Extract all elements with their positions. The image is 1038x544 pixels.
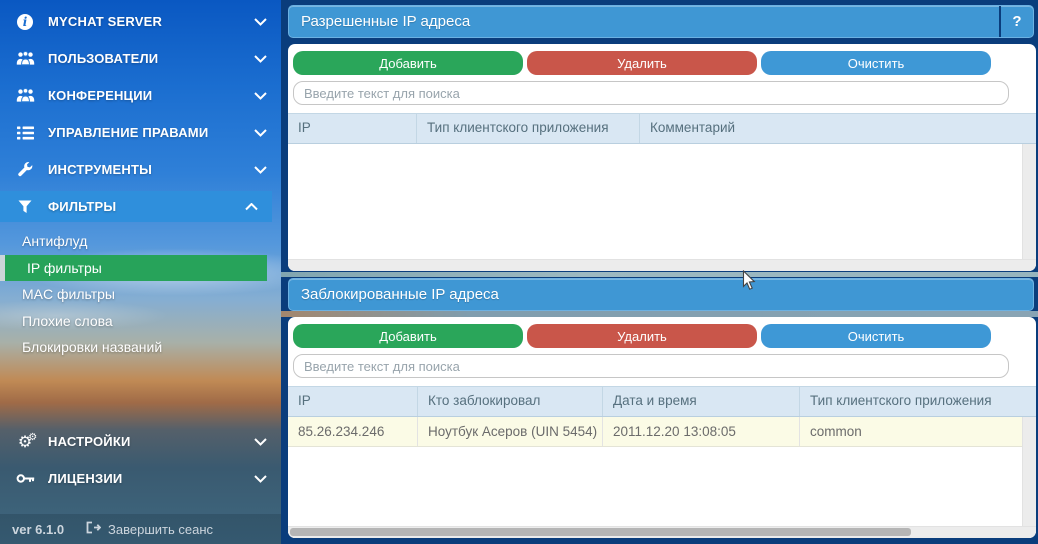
sidebar-item-label: ЛИЦЕНЗИИ <box>48 471 123 486</box>
sidebar-item-conferences[interactable]: КОНФЕРЕНЦИИ <box>0 77 281 114</box>
column-header-client-type[interactable]: Тип клиентского приложения <box>417 114 640 143</box>
delete-button[interactable]: Удалить <box>527 51 757 75</box>
sidebar-menu: i MYCHAT SERVER ПОЛЬЗОВАТЕЛИ КОНФЕРЕНЦИИ… <box>0 3 281 225</box>
sidebar-item-users[interactable]: ПОЛЬЗОВАТЕЛИ <box>0 40 281 77</box>
blocked-panel-header: Заблокированные IP адреса <box>288 278 1034 311</box>
vertical-scrollbar[interactable] <box>1022 144 1036 260</box>
delete-button[interactable]: Удалить <box>527 324 757 348</box>
blocked-table-body: 85.26.234.246 Ноутбук Асеров (UIN 5454) … <box>288 417 1036 538</box>
sidebar-item-filters[interactable]: ФИЛЬТРЫ <box>0 191 272 222</box>
submenu-item-antiflood[interactable]: Антифлуд <box>0 228 281 255</box>
sidebar-item-licenses[interactable]: ЛИЦЕНЗИИ <box>0 460 281 497</box>
column-header-client-type[interactable]: Тип клиентского приложения <box>800 387 1036 416</box>
panel-gap-strip <box>281 272 1038 277</box>
help-button[interactable]: ? <box>999 6 1033 37</box>
vertical-scrollbar[interactable] <box>1022 417 1036 527</box>
chevron-down-icon <box>254 87 267 105</box>
chevron-down-icon <box>254 124 267 142</box>
column-header-blocked-by[interactable]: Кто заблокировал <box>418 387 603 416</box>
chevron-down-icon <box>254 13 267 31</box>
submenu-item-mac-filters[interactable]: MAC фильтры <box>0 281 281 308</box>
sidebar-item-label: ФИЛЬТРЫ <box>48 199 117 214</box>
filter-icon <box>14 200 36 214</box>
users-icon <box>14 88 36 103</box>
cell-client-type: common <box>810 424 862 439</box>
sidebar-item-label: MYCHAT SERVER <box>48 14 163 29</box>
submenu-item-bad-words[interactable]: Плохие слова <box>0 308 281 335</box>
clear-button[interactable]: Очистить <box>761 51 991 75</box>
sidebar-menu-bottom: ⚙ ⚙ НАСТРОЙКИ ЛИЦЕНЗИИ <box>0 423 281 497</box>
key-icon <box>14 472 36 485</box>
clear-button[interactable]: Очистить <box>761 324 991 348</box>
logout-label: Завершить сеанс <box>108 521 214 537</box>
gears-icon: ⚙ ⚙ <box>17 431 38 451</box>
info-icon: i <box>14 13 36 30</box>
wrench-icon <box>14 161 36 178</box>
blocked-panel: Добавить Удалить Очистить IP Кто заблоки… <box>288 317 1036 538</box>
allowed-table-header[interactable]: IP Тип клиентского приложения Комментари… <box>288 113 1036 144</box>
submenu-item-name-blocks[interactable]: Блокировки названий <box>0 334 281 361</box>
sidebar-item-rights-management[interactable]: УПРАВЛЕНИЕ ПРАВАМИ <box>0 114 281 151</box>
add-button[interactable]: Добавить <box>293 51 523 75</box>
version-label: ver 6.1.0 <box>12 521 65 537</box>
sidebar: i MYCHAT SERVER ПОЛЬЗОВАТЕЛИ КОНФЕРЕНЦИИ… <box>0 0 281 544</box>
chevron-down-icon <box>254 470 267 488</box>
sidebar-item-label: ИНСТРУМЕНТЫ <box>48 162 153 177</box>
chevron-down-icon <box>254 433 267 451</box>
column-header-datetime[interactable]: Дата и время <box>603 387 800 416</box>
blocked-panel-title: Заблокированные IP адреса <box>301 286 499 303</box>
chevron-down-icon <box>254 50 267 68</box>
sidebar-item-label: КОНФЕРЕНЦИИ <box>48 88 153 103</box>
add-button[interactable]: Добавить <box>293 324 523 348</box>
cell-ip: 85.26.234.246 <box>288 417 418 446</box>
chevron-down-icon <box>254 161 267 179</box>
submenu-item-ip-filters[interactable]: IP фильтры <box>0 254 267 281</box>
cell-datetime: 2011.12.20 13:08:05 <box>603 417 800 446</box>
chevron-up-icon <box>245 198 258 216</box>
sidebar-item-mychat-server[interactable]: i MYCHAT SERVER <box>0 3 281 40</box>
filters-submenu: Антифлуд IP фильтры MAC фильтры Плохие с… <box>0 228 281 361</box>
sidebar-footer: ver 6.1.0 Завершить сеанс <box>0 514 281 544</box>
allowed-panel: Добавить Удалить Очистить IP Тип клиентс… <box>288 44 1036 271</box>
sidebar-item-tools[interactable]: ИНСТРУМЕНТЫ <box>0 151 281 188</box>
allowed-panel-header: Разрешенные IP адреса ? <box>288 5 1034 38</box>
allowed-panel-title: Разрешенные IP адреса <box>301 13 471 30</box>
users-icon <box>14 51 36 66</box>
column-header-ip[interactable]: IP <box>288 387 418 416</box>
sidebar-item-label: УПРАВЛЕНИЕ ПРАВАМИ <box>48 125 209 140</box>
main-content: Разрешенные IP адреса ? Добавить Удалить… <box>281 0 1038 544</box>
allowed-table-body <box>288 144 1036 271</box>
allowed-panel-controls: Добавить Удалить Очистить <box>288 44 1036 113</box>
blocked-table-header[interactable]: IP Кто заблокировал Дата и время Тип кли… <box>288 386 1036 417</box>
cell-blocked-by: Ноутбук Асеров (UIN 5454) <box>418 417 603 446</box>
sidebar-item-settings[interactable]: ⚙ ⚙ НАСТРОЙКИ <box>0 423 281 460</box>
horizontal-scrollbar[interactable] <box>288 526 1036 538</box>
search-input[interactable] <box>293 354 1009 378</box>
sidebar-item-label: ПОЛЬЗОВАТЕЛИ <box>48 51 159 66</box>
blocked-panel-controls: Добавить Удалить Очистить <box>288 317 1036 386</box>
scrollbar-thumb[interactable] <box>290 528 911 536</box>
search-input[interactable] <box>293 81 1009 105</box>
list-icon <box>14 126 36 140</box>
column-header-comment[interactable]: Комментарий <box>640 114 1036 143</box>
logout-icon <box>86 521 102 537</box>
sidebar-item-label: НАСТРОЙКИ <box>48 434 131 449</box>
column-header-ip[interactable]: IP <box>288 114 417 143</box>
logout-button[interactable]: Завершить сеанс <box>86 521 213 537</box>
table-row[interactable]: 85.26.234.246 Ноутбук Асеров (UIN 5454) … <box>288 417 1022 447</box>
horizontal-scrollbar[interactable] <box>288 259 1036 271</box>
